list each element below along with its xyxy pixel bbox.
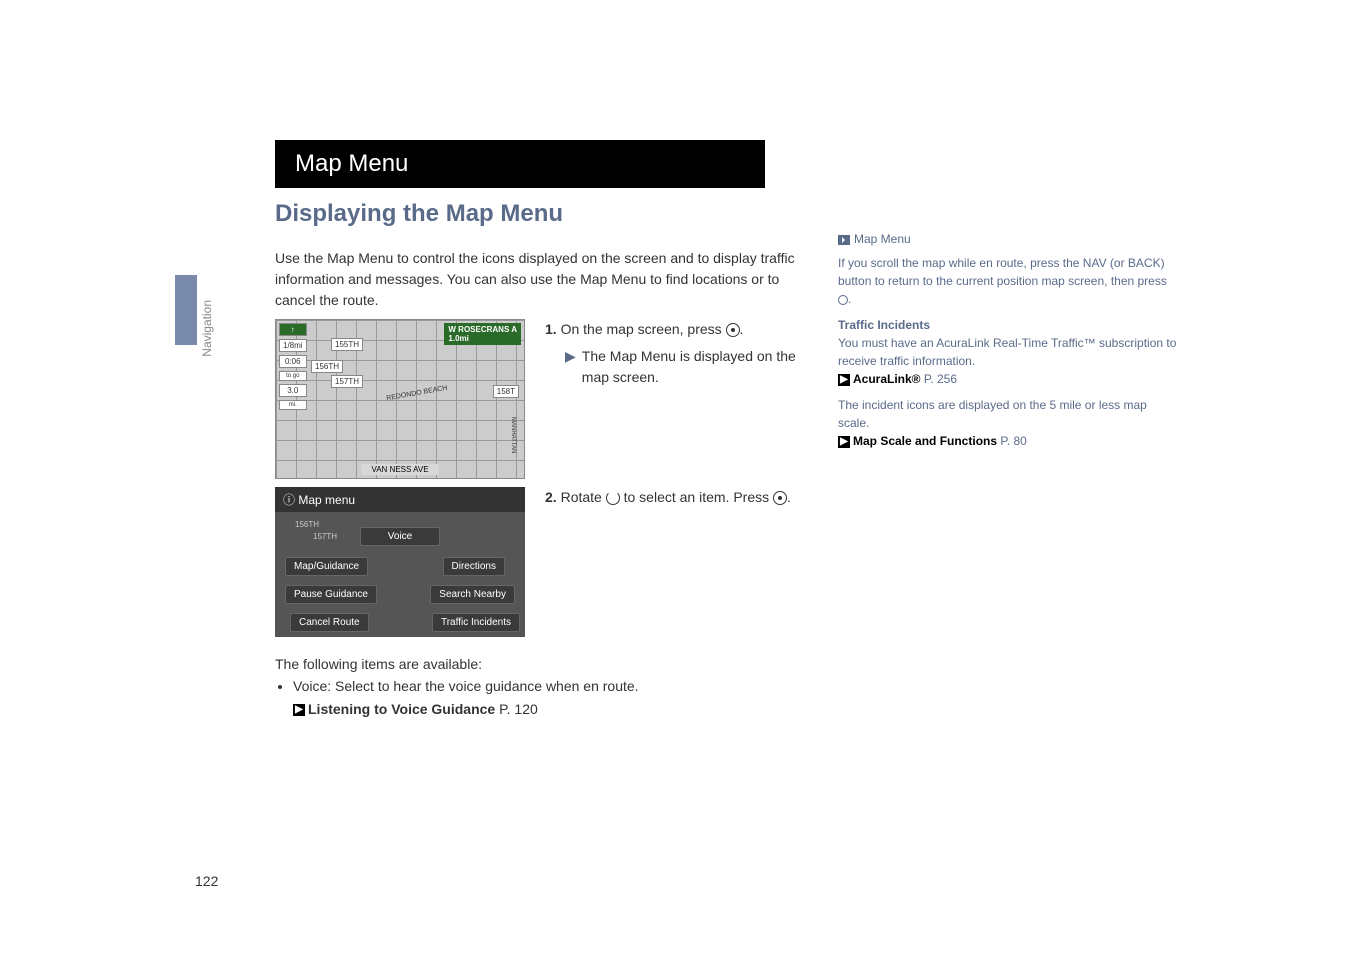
press-icon — [726, 323, 740, 337]
sidebar-notes: Map Menu If you scroll the map while en … — [838, 230, 1178, 458]
map-screenshot: ↑ 1/8mi 0:06 to go 3.0 mi. W ROSECRANS A… — [275, 319, 525, 479]
side-tab — [175, 275, 197, 345]
sidebar-icon — [838, 235, 850, 245]
arrow-icon: ▶ — [565, 346, 576, 388]
step-2: 2. Rotate to select an item. Press . — [545, 487, 791, 637]
link-icon: ▶ — [838, 374, 850, 386]
page-subtitle: Displaying the Map Menu — [275, 200, 1250, 228]
items-available: The following items are available: Voice… — [275, 653, 1250, 720]
menu-screenshot: ⓘ Map menu 156TH 157TH Voice Map/Guidanc… — [275, 487, 525, 637]
intro-text: Use the Map Menu to control the icons di… — [275, 248, 815, 311]
section-label: Navigation — [200, 300, 214, 357]
press-icon — [773, 491, 787, 505]
step-1: 1. On the map screen, press . ▶ The Map … — [545, 319, 805, 479]
page-number: 122 — [195, 873, 218, 889]
link-icon: ▶ — [293, 704, 305, 716]
rotate-icon — [606, 491, 620, 505]
page-title: Map Menu — [275, 140, 765, 188]
link-icon: ▶ — [838, 436, 850, 448]
press-icon — [838, 295, 848, 305]
